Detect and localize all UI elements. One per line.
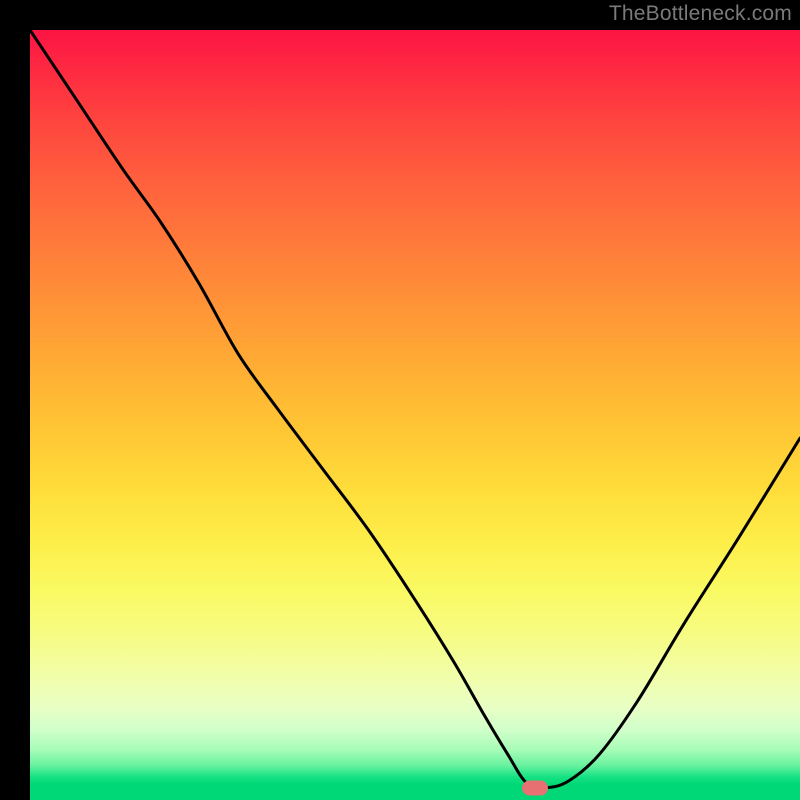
curve-svg [30,30,800,800]
plot-area [30,30,800,800]
optimal-marker [522,780,548,795]
bottleneck-curve [30,30,800,788]
watermark-text: TheBottleneck.com [609,2,792,26]
chart-frame: TheBottleneck.com [0,0,800,800]
